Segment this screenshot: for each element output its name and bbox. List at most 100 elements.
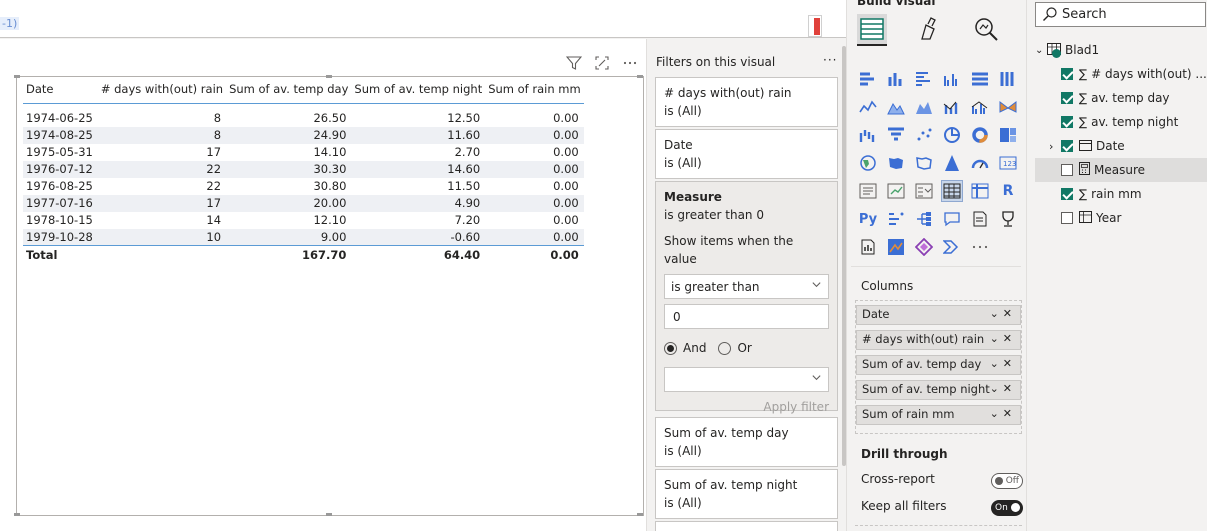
condition-dropdown[interactable]: is greater than	[664, 274, 829, 299]
column-header-temp-night[interactable]: Sum of av. temp night	[351, 79, 486, 104]
filter-card-temp-day[interactable]: Sum of av. temp day is (All)	[655, 417, 838, 467]
table-row[interactable]: 1977-07-16 17 20.00 4.90 0.00	[23, 194, 584, 212]
table-row[interactable]: 1976-08-25 22 30.80 11.50 0.00	[23, 178, 584, 195]
build-visual-tab[interactable]	[857, 14, 887, 44]
qa-icon[interactable]	[941, 208, 963, 230]
filters-more-options[interactable]: ···	[823, 53, 837, 67]
column-header-rain-mm[interactable]: Sum of rain mm	[485, 79, 584, 104]
filter-value-input[interactable]: 0	[664, 304, 829, 329]
chevron-right-icon[interactable]: ›	[1049, 140, 1061, 153]
field-item[interactable]: ∑ rain mm	[1035, 182, 1207, 206]
field-checkbox[interactable]	[1061, 116, 1073, 128]
resize-handle[interactable]	[14, 75, 20, 78]
stacked-area-icon[interactable]	[913, 96, 935, 118]
stacked-bar-icon[interactable]	[857, 68, 879, 90]
resize-handle[interactable]	[326, 513, 332, 516]
python-visual-icon[interactable]: Py	[857, 208, 879, 230]
column-header-days-rain[interactable]: # days with(out) rain	[97, 79, 227, 104]
chevron-down-close-icon[interactable]: ⌄✕	[990, 382, 1016, 395]
chevron-down-icon[interactable]: ⌄	[1035, 45, 1045, 56]
arcgis-map-icon[interactable]	[885, 236, 907, 258]
field-item[interactable]: Measure	[1035, 158, 1207, 182]
second-condition-dropdown[interactable]	[664, 367, 829, 392]
and-radio[interactable]	[664, 341, 677, 355]
table-row[interactable]: 1974-08-25 8 24.90 11.60 0.00	[23, 126, 584, 144]
cross-report-toggle[interactable]: Off	[991, 473, 1023, 489]
table-row[interactable]: 1976-07-12 22 30.30 14.60 0.00	[23, 160, 584, 178]
column-header-date[interactable]: Date	[23, 79, 98, 104]
waterfall-icon[interactable]	[857, 124, 879, 146]
resize-handle[interactable]	[14, 513, 20, 516]
funnel-icon[interactable]	[885, 124, 907, 146]
analytics-tab[interactable]	[971, 14, 1001, 44]
table-row[interactable]: 1979-10-28 10 9.00 -0.60 0.00	[23, 228, 584, 246]
or-radio[interactable]	[718, 341, 732, 355]
well-field-date[interactable]: Date ⌄✕	[856, 305, 1021, 325]
chevron-down-close-icon[interactable]: ⌄✕	[990, 407, 1016, 420]
field-checkbox[interactable]	[1061, 212, 1073, 224]
matrix-icon[interactable]	[969, 180, 991, 202]
more-visuals-icon[interactable]	[969, 236, 991, 258]
table-visual[interactable]: Date # days with(out) rain Sum of av. te…	[14, 75, 644, 516]
narrative-icon[interactable]	[969, 208, 991, 230]
ribbon-chart-icon[interactable]	[997, 96, 1019, 118]
field-checkbox[interactable]	[1061, 188, 1073, 200]
filter-icon[interactable]	[565, 55, 584, 71]
focus-mode-icon[interactable]	[594, 55, 612, 71]
column-header-temp-day[interactable]: Sum of av. temp day	[226, 79, 352, 104]
goals-icon[interactable]	[997, 208, 1019, 230]
more-options-icon[interactable]	[622, 55, 640, 71]
table-row[interactable]: 1975-05-31 17 14.10 2.70 0.00	[23, 144, 584, 161]
filter-card-date[interactable]: Date is (All)	[655, 129, 838, 179]
field-checkbox[interactable]	[1061, 140, 1073, 152]
area-chart-icon[interactable]	[885, 96, 907, 118]
well-field-rain-mm[interactable]: Sum of rain mm ⌄✕	[856, 405, 1021, 425]
table-node-blad1[interactable]: ⌄ Blad1	[1035, 38, 1207, 62]
field-checkbox[interactable]	[1061, 164, 1073, 176]
filter-card-temp-night[interactable]: Sum of av. temp night is (All)	[655, 469, 838, 519]
gauge-icon[interactable]	[969, 152, 991, 174]
field-item[interactable]: ∑ # days with(out) ...	[1035, 62, 1207, 86]
field-item[interactable]: ∑ av. temp day	[1035, 86, 1207, 110]
line-clustered-icon[interactable]	[969, 96, 991, 118]
donut-chart-icon[interactable]	[969, 124, 991, 146]
clustered-column-icon[interactable]	[941, 68, 963, 90]
decomposition-tree-icon[interactable]	[913, 208, 935, 230]
field-checkbox[interactable]	[1061, 68, 1073, 80]
100-bar-icon[interactable]	[969, 68, 991, 90]
azure-map-icon[interactable]	[941, 152, 963, 174]
keep-filters-toggle[interactable]: On	[991, 500, 1023, 516]
field-item[interactable]: ∑ av. temp night	[1035, 110, 1207, 134]
field-item[interactable]: Year	[1035, 206, 1207, 230]
card-icon[interactable]: 123	[997, 152, 1019, 174]
clustered-bar-icon[interactable]	[913, 68, 935, 90]
chevron-down-close-icon[interactable]: ⌄✕	[990, 357, 1016, 370]
apply-filter-button[interactable]: Apply filter	[664, 398, 829, 416]
line-chart-icon[interactable]	[857, 96, 879, 118]
treemap-icon[interactable]	[997, 124, 1019, 146]
well-field-temp-day[interactable]: Sum of av. temp day ⌄✕	[856, 355, 1021, 375]
multi-row-card-icon[interactable]	[857, 180, 879, 202]
power-apps-icon[interactable]	[913, 236, 935, 258]
key-influencers-icon[interactable]	[885, 208, 907, 230]
filter-card-measure[interactable]: Measure is greater than 0 Show items whe…	[655, 181, 838, 414]
scatter-icon[interactable]	[913, 124, 935, 146]
kpi-icon[interactable]	[885, 180, 907, 202]
search-input[interactable]: Search	[1035, 2, 1206, 27]
line-column-icon[interactable]	[941, 96, 963, 118]
field-checkbox[interactable]	[1061, 92, 1073, 104]
chevron-down-close-icon[interactable]: ⌄✕	[990, 307, 1016, 320]
filled-map-icon[interactable]	[885, 152, 907, 174]
well-field-days-rain[interactable]: # days with(out) rain ⌄✕	[856, 330, 1021, 350]
table-visual-icon[interactable]	[941, 180, 963, 202]
field-item-date[interactable]: › Date	[1035, 134, 1207, 158]
100-column-icon[interactable]	[997, 68, 1019, 90]
resize-handle[interactable]	[326, 75, 332, 78]
r-visual-icon[interactable]: R	[997, 180, 1019, 202]
well-field-temp-night[interactable]: Sum of av. temp night ⌄✕	[856, 380, 1021, 400]
slicer-icon[interactable]	[913, 180, 935, 202]
resize-handle[interactable]	[637, 513, 643, 516]
shape-map-icon[interactable]	[913, 152, 935, 174]
stacked-column-icon[interactable]	[885, 68, 907, 90]
table-row[interactable]: 1974-06-25 8 26.50 12.50 0.00	[23, 110, 584, 127]
